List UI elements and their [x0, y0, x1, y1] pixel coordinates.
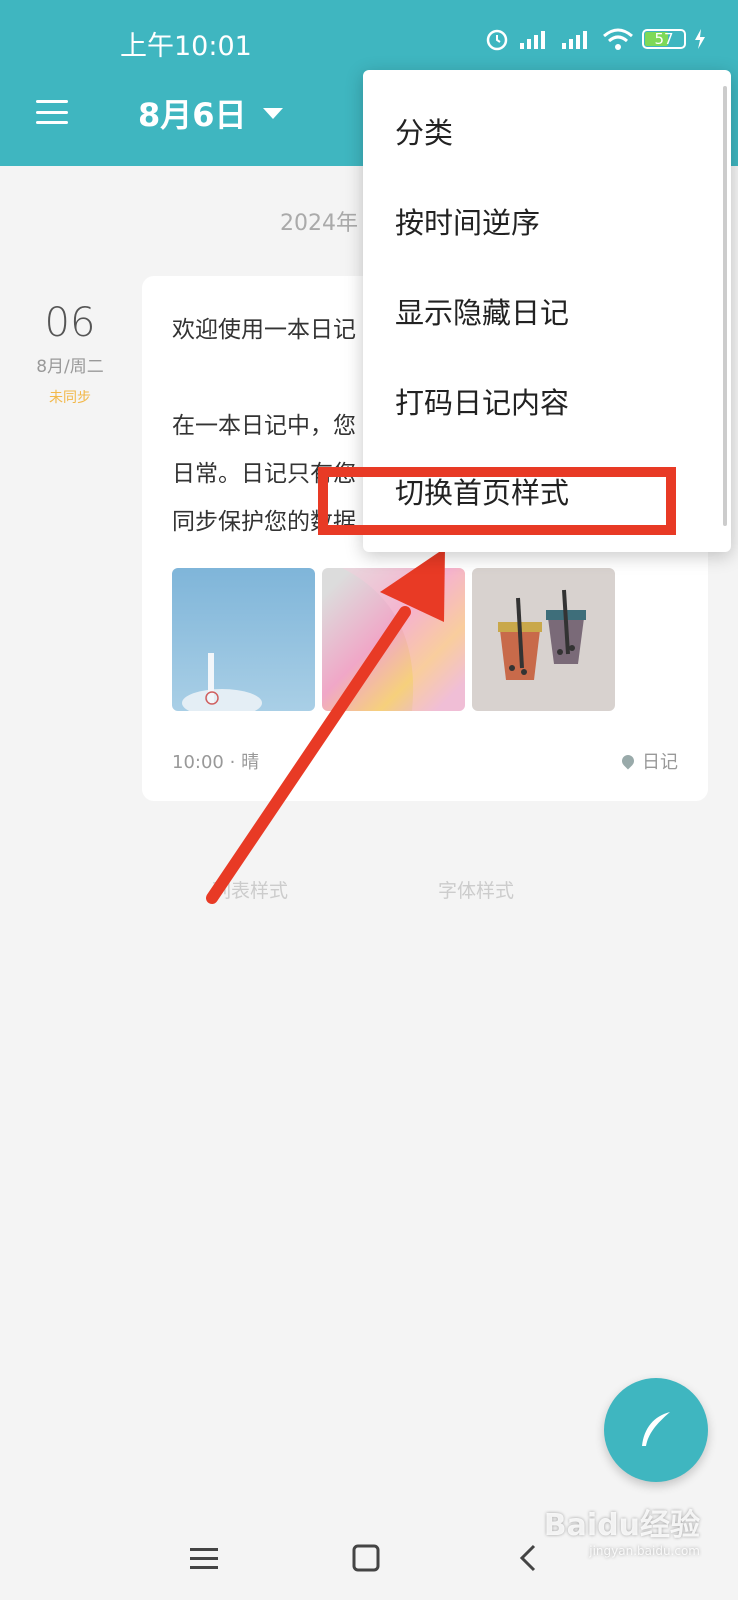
signal-icon — [520, 31, 545, 49]
caret-down-icon — [262, 107, 283, 119]
list-style-button[interactable]: 列表样式 — [212, 876, 288, 903]
date-selector[interactable]: 8月6日 — [138, 90, 283, 136]
page-title: 8月6日 — [138, 96, 247, 134]
recent-apps-button[interactable] — [184, 1538, 224, 1578]
entry-weather: 晴 — [241, 752, 260, 773]
entry-date: 06 8月/周二 未同步 — [30, 300, 110, 407]
menu-item-category[interactable]: 分类 — [395, 110, 453, 152]
entry-image-abstract[interactable] — [322, 568, 465, 711]
square-icon — [352, 1544, 380, 1572]
entry-time: 10:00 — [172, 752, 224, 773]
entry-meta: 10:00 · 晴 — [172, 748, 259, 774]
location-pin-icon — [619, 752, 637, 770]
sync-status: 未同步 — [49, 390, 91, 406]
menu-lines-icon — [190, 1548, 218, 1569]
alarm-icon — [486, 29, 508, 51]
signal-icon-2 — [562, 31, 587, 49]
entry-category[interactable]: 日记 — [619, 748, 678, 774]
charging-icon — [695, 29, 705, 49]
menu-item-show-hidden[interactable]: 显示隐藏日记 — [395, 290, 569, 332]
status-time: 上午10:01 — [120, 31, 252, 62]
wifi-icon — [603, 28, 633, 50]
entry-month-week: 8月/周二 — [36, 357, 104, 377]
menu-item-mask-content[interactable]: 打码日记内容 — [395, 380, 569, 422]
entry-image-bubble-tea[interactable] — [472, 568, 615, 711]
new-entry-button[interactable] — [604, 1378, 708, 1482]
back-button[interactable] — [508, 1538, 548, 1578]
entry-category-label: 日记 — [642, 752, 678, 773]
menu-scrollbar[interactable] — [723, 86, 727, 526]
battery-icon: 57 — [642, 29, 686, 49]
entry-day: 06 — [44, 300, 96, 346]
feather-pen-icon — [642, 1412, 670, 1446]
entry-title: 欢迎使用一本日记 — [172, 317, 356, 343]
annotation-highlight-box — [318, 467, 676, 535]
home-button[interactable] — [346, 1538, 386, 1578]
year-label: 2024年 — [280, 211, 358, 236]
font-style-button[interactable]: 字体样式 — [438, 876, 514, 903]
hamburger-menu-icon[interactable] — [36, 100, 68, 124]
entry-image-sky[interactable] — [172, 568, 315, 711]
baidu-watermark: Baidu经验 jingyan.baidu.com — [543, 1508, 700, 1558]
status-icons: 57 — [484, 26, 706, 52]
chevron-left-icon — [519, 1544, 536, 1572]
menu-item-reverse-time[interactable]: 按时间逆序 — [395, 200, 540, 242]
meta-separator: · — [229, 752, 242, 773]
